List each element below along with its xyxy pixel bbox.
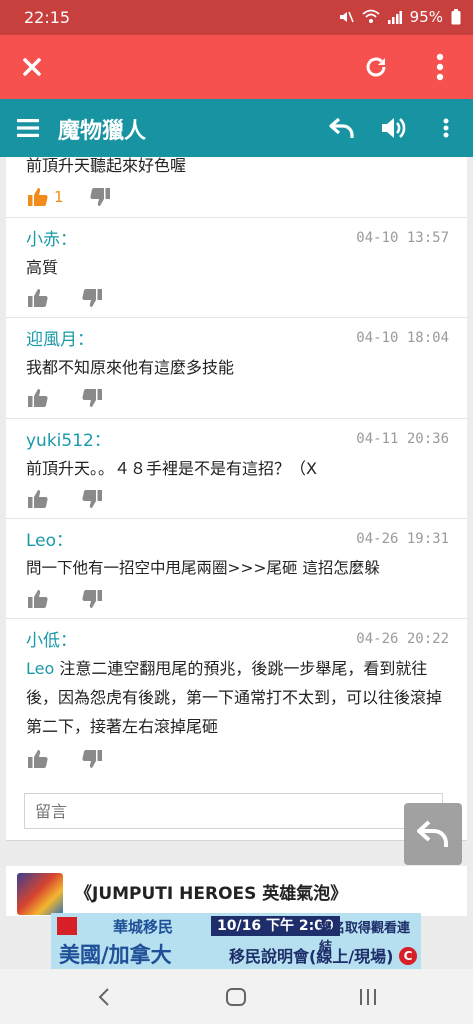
comment-text: Leo 注意二連空翻甩尾的預兆，後跳一步舉尾，看到就往後，因為怨虎有後跳，第一下… — [26, 654, 449, 741]
page-header: 魔物獵人 — [0, 99, 473, 157]
sound-button[interactable] — [372, 99, 416, 157]
back-reply-button[interactable] — [320, 99, 364, 157]
more-vertical-icon — [436, 53, 444, 81]
comment-text: 高質 — [26, 258, 59, 277]
refresh-button[interactable] — [352, 35, 400, 99]
ad-badge: C — [399, 947, 417, 965]
browser-toolbar — [0, 35, 473, 99]
thumbs-up-icon — [28, 289, 48, 307]
battery-level: 95% — [409, 8, 443, 26]
more-options-button[interactable] — [418, 35, 462, 99]
comment-date: 04-11 20:36 — [356, 431, 449, 447]
thumbs-up-icon — [28, 389, 48, 407]
comment-author[interactable]: 迎風月： — [26, 325, 94, 350]
status-icons: 95% — [338, 8, 461, 26]
reply-arrow-icon — [329, 117, 354, 138]
ad-brand: 華城移民 — [113, 918, 174, 936]
like-button[interactable] — [28, 490, 48, 508]
ad-banner[interactable]: 華城移民 10/16 下午 2:00 報名取得觀看連結 美國/加拿大 移民說明會… — [51, 913, 421, 969]
comment-author[interactable]: 小低： — [26, 626, 77, 651]
battery-icon — [451, 9, 461, 25]
signal-icon — [387, 11, 402, 24]
comment-item: yuki512： 04-11 20:36 前頂升天。。４８手裡是不是有這招？（X — [6, 418, 467, 519]
like-button[interactable] — [28, 289, 48, 307]
hamburger-menu-icon — [17, 119, 39, 137]
wifi-icon — [362, 9, 380, 23]
comment-item: 迎風月： 04-10 18:04 我都不知原來他有這麼多技能 — [6, 317, 467, 419]
thumbs-up-icon — [28, 188, 48, 206]
thumbs-down-icon — [89, 188, 110, 206]
mute-icon — [339, 11, 354, 23]
comment-date: 04-10 13:57 — [356, 230, 449, 246]
comment-item: Leo： 04-26 19:31 問一下他有一招空中甩尾兩圈>>>尾砸 這招怎麼… — [6, 518, 467, 619]
speaker-icon — [382, 118, 406, 138]
comment-item: 小低： 04-26 20:22 Leo 注意二連空翻甩尾的預兆，後跳一步舉尾，看… — [6, 618, 467, 780]
comment-actions — [28, 590, 102, 608]
reply-arrow-icon — [417, 820, 448, 847]
dislike-button[interactable] — [89, 188, 110, 206]
system-nav-bar — [0, 969, 473, 1024]
page-title: 魔物獵人 — [58, 119, 147, 144]
header-more-button[interactable] — [428, 99, 464, 157]
dislike-button[interactable] — [82, 289, 102, 307]
refresh-icon — [366, 57, 386, 77]
thumbs-up-icon — [28, 750, 48, 768]
like-button[interactable] — [28, 750, 48, 768]
close-icon — [23, 58, 41, 76]
nav-home-button[interactable] — [206, 969, 266, 1024]
more-vertical-icon — [443, 118, 449, 138]
like-button[interactable] — [28, 389, 48, 407]
thumbs-up-icon — [28, 590, 48, 608]
like-button[interactable] — [28, 590, 48, 608]
comment-body: 注意二連空翻甩尾的預兆，後跳一步舉尾，看到就往後，因為怨虎有後跳，第一下通常打不… — [26, 659, 443, 736]
comment-text: 前頂升天。。４８手裡是不是有這招？（X — [26, 459, 317, 478]
menu-button[interactable] — [8, 99, 48, 157]
dislike-button[interactable] — [82, 389, 102, 407]
comment-date: 04-26 20:22 — [356, 631, 449, 647]
comment-actions — [28, 750, 102, 768]
nav-back-button[interactable] — [74, 969, 134, 1024]
comment-item: 前頂升天聽起來好色喔 1 — [6, 157, 467, 218]
close-button[interactable] — [8, 35, 56, 99]
ad-subline: 移民說明會(線上/現場) — [229, 947, 394, 966]
thumbs-down-icon — [82, 490, 102, 508]
recents-icon — [360, 988, 376, 1005]
comment-author[interactable]: yuki512： — [26, 426, 111, 451]
status-bar: 22:15 95% — [0, 0, 473, 35]
reply-input[interactable] — [24, 793, 443, 829]
like-button[interactable]: 1 — [28, 188, 64, 206]
comments-section: 前頂升天聽起來好色喔 1 小赤： 04-10 13:57 高質 迎風月： 04- — [6, 157, 467, 841]
comment-actions — [28, 389, 102, 407]
thumbs-down-icon — [82, 389, 102, 407]
comment-text: 問一下他有一招空中甩尾兩圈>>>尾砸 這招怎麼躲 — [26, 559, 380, 577]
comment-text: 前頂升天聽起來好色喔 — [26, 157, 187, 175]
game-title[interactable]: 《JUMPUTI HEROES 英雄氣泡》 — [75, 879, 347, 904]
nav-recents-button[interactable] — [338, 969, 398, 1024]
like-count: 1 — [54, 188, 64, 206]
floating-back-button[interactable] — [404, 803, 462, 865]
thumbs-down-icon — [82, 590, 102, 608]
game-thumbnail[interactable] — [17, 873, 63, 915]
status-time: 22:15 — [24, 8, 71, 27]
home-icon — [226, 987, 246, 1006]
ad-headline: 美國/加拿大 — [59, 943, 172, 967]
comment-actions — [28, 490, 102, 508]
comment-author[interactable]: 小赤： — [26, 225, 77, 250]
thumbs-down-icon — [82, 750, 102, 768]
comment-date: 04-10 18:04 — [356, 330, 449, 346]
dislike-button[interactable] — [82, 750, 102, 768]
chevron-left-icon — [98, 987, 109, 1006]
comment-actions: 1 — [28, 188, 110, 206]
maple-leaf-icon — [57, 917, 77, 935]
comment-item: 小赤： 04-10 13:57 高質 — [6, 217, 467, 318]
thumbs-up-icon — [28, 490, 48, 508]
comment-actions — [28, 289, 102, 307]
comment-mention[interactable]: Leo — [26, 659, 54, 678]
comment-author[interactable]: Leo： — [26, 526, 73, 551]
comment-text: 我都不知原來他有這麼多技能 — [26, 358, 235, 377]
dislike-button[interactable] — [82, 590, 102, 608]
dislike-button[interactable] — [82, 490, 102, 508]
thumbs-down-icon — [82, 289, 102, 307]
comment-date: 04-26 19:31 — [356, 531, 449, 547]
